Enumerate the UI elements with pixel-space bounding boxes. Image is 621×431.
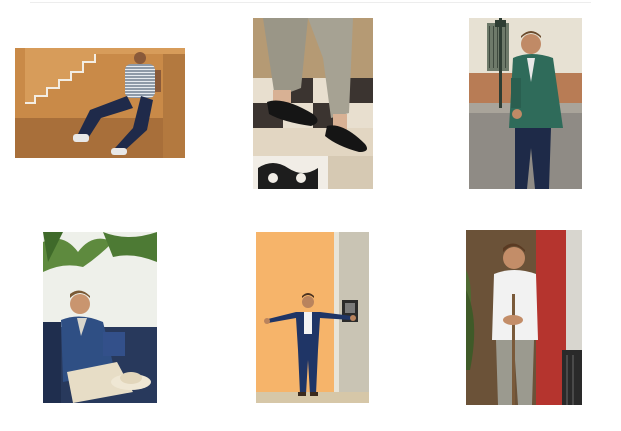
gallery-photo-2[interactable] bbox=[253, 18, 373, 189]
photo-4-image bbox=[43, 232, 157, 403]
gallery-photo-3[interactable] bbox=[469, 18, 582, 189]
photo-1-image bbox=[15, 48, 185, 158]
gallery-photo-1[interactable] bbox=[15, 48, 185, 158]
gallery-photo-5[interactable] bbox=[256, 232, 369, 403]
divider bbox=[30, 2, 591, 3]
lookbook-gallery bbox=[0, 0, 621, 431]
photo-6-image bbox=[466, 230, 582, 405]
photo-5-image bbox=[256, 232, 369, 403]
gallery-photo-6[interactable] bbox=[466, 230, 582, 405]
photo-2-image bbox=[253, 18, 373, 189]
gallery-photo-4[interactable] bbox=[43, 232, 157, 403]
photo-3-image bbox=[469, 18, 582, 189]
